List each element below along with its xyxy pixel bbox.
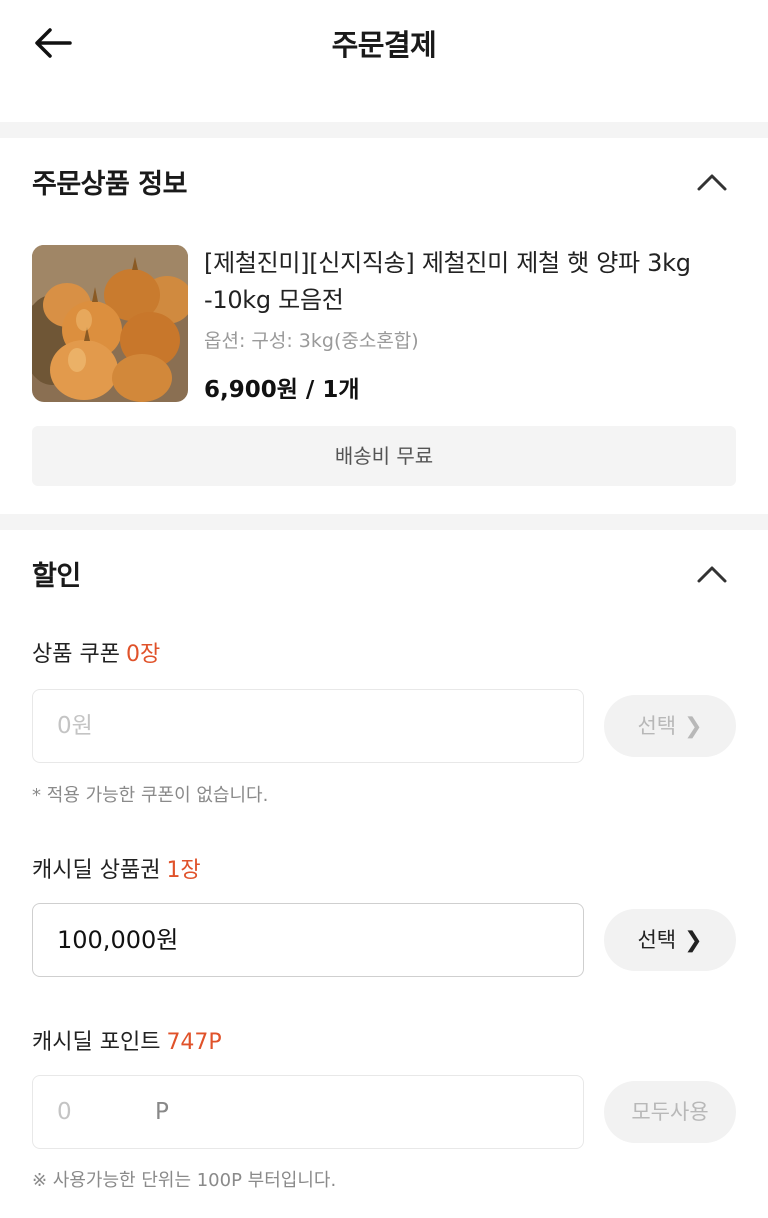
- select-button-label: 선택: [637, 714, 677, 738]
- product-price: 6,900원 / 1개: [204, 377, 360, 403]
- points-note: ※ 사용가능한 단위는 100P 부터입니다.: [32, 1170, 337, 1191]
- discount-section: 할인 상품 쿠폰 0장 0원 선택 ❯ * 적용 가능한 쿠폰이 없습니다. 캐시딜…: [0, 530, 768, 1212]
- gift-card-value: 100,000원: [57, 926, 179, 954]
- gift-card-label-text: 캐시딜 상품권: [32, 858, 161, 883]
- use-all-points-button[interactable]: 모두사용: [604, 1081, 736, 1143]
- chevron-right-icon: ❯: [684, 928, 703, 953]
- product-coupon-select-button[interactable]: 선택 ❯: [604, 695, 736, 757]
- gift-card-select-button[interactable]: 선택 ❯: [604, 909, 736, 971]
- section-divider: [0, 514, 768, 530]
- gift-card-field[interactable]: 100,000원: [32, 903, 584, 977]
- product-coupon-field[interactable]: 0원: [32, 689, 584, 763]
- product-image: [32, 245, 188, 402]
- order-section-title: 주문상품 정보: [32, 169, 187, 200]
- product-option: 옵션: 구성: 3kg(중소혼합): [204, 330, 419, 352]
- gift-card-label: 캐시딜 상품권 1장: [32, 852, 201, 884]
- onion-photo: [32, 245, 188, 402]
- discount-section-title: 할인: [32, 561, 81, 592]
- product-name[interactable]: [제철진미][신지직송] 제철진미 제철 햇 양파 3kg -10kg 모음전: [204, 245, 734, 319]
- section-divider: [0, 122, 768, 138]
- product-coupon-count: 0장: [125, 642, 161, 667]
- points-label: 캐시딜 포인트 747P: [32, 1024, 222, 1056]
- points-count: 747P: [166, 1030, 222, 1055]
- shipping-fee-box: 배송비 무료: [32, 426, 736, 486]
- select-button-label: 선택: [637, 928, 677, 952]
- product-coupon-value: 0원: [57, 713, 93, 739]
- product-coupon-label-text: 상품 쿠폰: [32, 642, 120, 667]
- chevron-right-icon: ❯: [684, 714, 703, 739]
- points-label-text: 캐시딜 포인트: [32, 1030, 161, 1055]
- order-product-section: 주문상품 정보 [제철진미][신지직송] 제철진미 제철 햇 양파 3kg -1…: [0, 138, 768, 514]
- product-coupon-note: * 적용 가능한 쿠폰이 없습니다.: [32, 785, 269, 806]
- product-coupon-label: 상품 쿠폰 0장: [32, 636, 160, 668]
- chevron-up-icon[interactable]: [696, 172, 728, 192]
- page-title: 주문결제: [331, 28, 437, 62]
- gift-card-count: 1장: [166, 858, 201, 883]
- chevron-up-icon[interactable]: [696, 564, 728, 584]
- points-value: 0: [57, 1099, 72, 1125]
- header: 주문결제: [0, 0, 768, 88]
- points-unit: P: [155, 1099, 169, 1125]
- points-input[interactable]: 0 P: [32, 1075, 584, 1149]
